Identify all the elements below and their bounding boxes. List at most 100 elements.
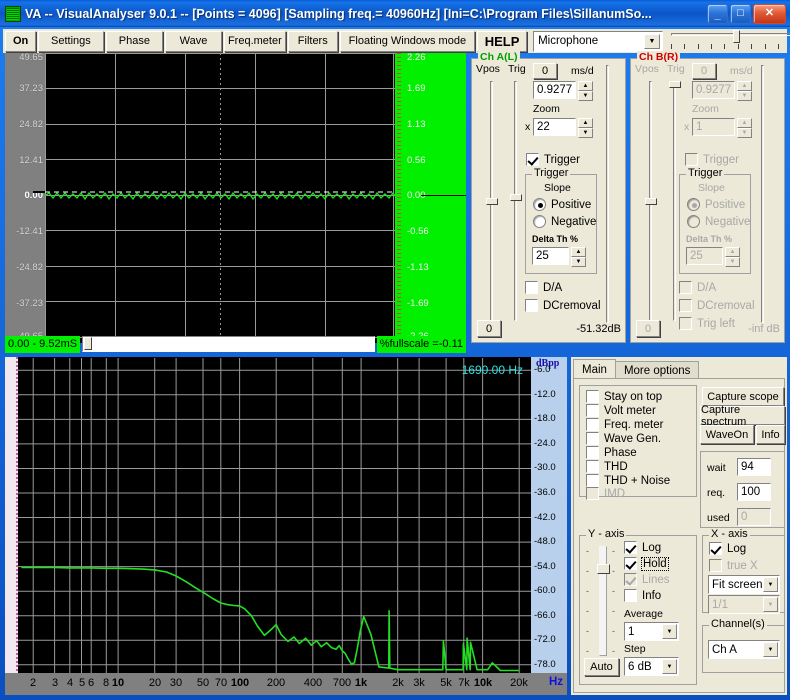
cha-zoom-spinner[interactable]: ▲ ▼ — [578, 118, 593, 138]
chevron-down-icon[interactable]: ▼ — [662, 659, 677, 674]
slider-thumb[interactable] — [597, 564, 610, 574]
on-button[interactable]: On — [5, 31, 36, 52]
spinner-down-icon[interactable]: ▼ — [578, 91, 593, 101]
chb-trigger-checkbox[interactable]: Trigger — [685, 153, 739, 166]
y-axis-info-checkbox[interactable]: Info — [624, 589, 661, 602]
spinner-up-icon[interactable]: ▲ — [725, 247, 740, 257]
spinner-up-icon[interactable]: ▲ — [578, 81, 593, 91]
slider-thumb[interactable] — [645, 198, 657, 205]
help-button[interactable]: HELP — [477, 31, 527, 52]
y-axis-log-checkbox[interactable]: Log — [624, 541, 661, 554]
chb-vpos-slider[interactable] — [645, 81, 657, 321]
chb-level-slider[interactable] — [757, 65, 769, 323]
floating-windows-mode-button[interactable]: Floating Windows mode — [340, 31, 475, 52]
cha-delta-spinner[interactable]: ▲ ▼ — [571, 247, 586, 267]
input-volume-slider[interactable] — [671, 30, 787, 52]
chb-zoom-input[interactable]: 1 — [692, 118, 735, 136]
checkbox-stay-on-top[interactable]: Stay on top — [586, 390, 662, 403]
x-axis-log-checkbox[interactable]: Log — [709, 542, 746, 555]
slider-thumb[interactable] — [486, 198, 498, 205]
spectrum-plot-area[interactable]: 1690.00 Hz — [18, 358, 531, 673]
chevron-down-icon[interactable]: ▼ — [763, 642, 778, 657]
spinner-up-icon[interactable]: ▲ — [737, 81, 752, 91]
spinner-down-icon[interactable]: ▼ — [725, 257, 740, 267]
spectrum-analyser-display[interactable]: 1690.00 Hz dBpp -6.0-12.0-18.0-24.0-30.0… — [5, 357, 567, 695]
cha-delta-input[interactable]: 25 — [532, 247, 569, 265]
spinner-down-icon[interactable]: ▼ — [571, 257, 586, 267]
cha-level-reset-button[interactable]: 0 — [477, 320, 501, 337]
cha-zoom-input[interactable]: 22 — [533, 118, 576, 136]
counter-value-req[interactable]: 100 — [737, 483, 771, 501]
chb-msd-spinner[interactable]: ▲ ▼ — [737, 81, 752, 101]
cha-msd-input[interactable]: 0.9277 — [533, 81, 576, 99]
x-axis-truex-checkbox[interactable]: true X — [709, 559, 758, 572]
tab-more-options[interactable]: More options — [615, 361, 699, 379]
tab-main[interactable]: Main — [573, 359, 616, 380]
cha-dcremoval-checkbox[interactable]: DCremoval — [525, 299, 601, 312]
spinner-up-icon[interactable]: ▲ — [571, 247, 586, 257]
spinner-down-icon[interactable]: ▼ — [578, 128, 593, 138]
checkbox-freq-meter[interactable]: Freq. meter — [586, 418, 663, 431]
scope-horizontal-scrollbar[interactable] — [82, 336, 375, 352]
x-axis-fit-select[interactable]: Fit screen ▼ — [708, 575, 780, 594]
chb-slope-negative-radio[interactable]: Negative — [687, 215, 750, 228]
y-axis-lines-checkbox[interactable]: Lines — [624, 573, 670, 586]
chevron-down-icon[interactable]: ▼ — [644, 34, 660, 49]
close-button[interactable]: ✕ — [753, 4, 786, 24]
chb-delta-input[interactable]: 25 — [686, 247, 723, 265]
chb-zoom-spinner[interactable]: ▲ ▼ — [737, 118, 752, 138]
cha-slope-positive-radio[interactable]: Positive — [533, 198, 591, 211]
cha-trigger-checkbox[interactable]: Trigger — [526, 153, 580, 166]
cha-msd-spinner[interactable]: ▲ ▼ — [578, 81, 593, 101]
spinner-down-icon[interactable]: ▼ — [737, 128, 752, 138]
chevron-down-icon[interactable]: ▼ — [763, 597, 778, 612]
counter-value-used[interactable]: 0 — [737, 508, 771, 526]
minimize-button[interactable]: _ — [707, 4, 728, 24]
cha-vpos-slider[interactable] — [486, 81, 498, 321]
wave-on-button[interactable]: WaveOn — [700, 425, 754, 444]
chb-msd-input[interactable]: 0.9277 — [692, 81, 735, 99]
checkbox-volt-meter[interactable]: Volt meter — [586, 404, 656, 417]
y-axis-scale-slider[interactable] — [597, 546, 609, 656]
counter-value-wait[interactable]: 94 — [737, 458, 771, 476]
checkbox-imd[interactable]: IMD — [586, 487, 625, 500]
cha-level-slider[interactable] — [602, 65, 614, 323]
chb-dcremoval-checkbox[interactable]: DCremoval — [679, 299, 755, 312]
channels-select[interactable]: Ch A ▼ — [708, 640, 780, 659]
average-select[interactable]: 1 ▼ — [624, 622, 679, 641]
spinner-up-icon[interactable]: ▲ — [737, 118, 752, 128]
y-axis-auto-button[interactable]: Auto — [584, 658, 619, 676]
cha-trig-slider[interactable] — [510, 81, 522, 321]
chb-slope-positive-radio[interactable]: Positive — [687, 198, 745, 211]
cha-slope-negative-radio[interactable]: Negative — [533, 215, 596, 228]
checkbox-thd-noise[interactable]: THD + Noise — [586, 474, 670, 487]
chevron-down-icon[interactable]: ▼ — [662, 624, 677, 639]
settings-button[interactable]: Settings — [38, 31, 103, 52]
filters-button[interactable]: Filters — [288, 31, 338, 52]
chb-delta-spinner[interactable]: ▲ ▼ — [725, 247, 740, 267]
freq-meter-button[interactable]: Freq.meter — [224, 31, 286, 52]
checkbox-phase[interactable]: Phase — [586, 446, 637, 459]
chb-level-reset-button[interactable]: 0 — [636, 320, 660, 337]
spinner-down-icon[interactable]: ▼ — [737, 91, 752, 101]
chb-da-checkbox[interactable]: D/A — [679, 281, 716, 294]
slider-thumb[interactable] — [733, 30, 740, 43]
chevron-down-icon[interactable]: ▼ — [763, 577, 778, 592]
chb-reset-button[interactable]: 0 — [692, 63, 716, 79]
y-axis-hold-checkbox[interactable]: Hold — [624, 557, 668, 570]
chb-trigleft-checkbox[interactable]: Trig left — [679, 317, 735, 330]
capture-spectrum-button[interactable]: Capture spectrum — [700, 406, 785, 425]
oscilloscope-display[interactable]: 49.65 37.23 24.82 12.41 0.00 -12.41 -24.… — [5, 53, 466, 343]
checkbox-wave-gen[interactable]: Wave Gen. — [586, 432, 661, 445]
info-button[interactable]: Info — [756, 425, 785, 444]
slider-thumb[interactable] — [669, 81, 681, 88]
scrollbar-thumb[interactable] — [84, 337, 92, 350]
checkbox-thd[interactable]: THD — [586, 460, 628, 473]
cha-da-checkbox[interactable]: D/A — [525, 281, 562, 294]
maximize-button[interactable]: □ — [730, 4, 751, 24]
x-axis-ratio-select[interactable]: 1/1 ▼ — [708, 595, 780, 614]
cha-reset-button[interactable]: 0 — [533, 63, 557, 79]
slider-thumb[interactable] — [510, 194, 522, 201]
input-source-select[interactable]: Microphone ▼ — [533, 31, 663, 52]
phase-button[interactable]: Phase — [106, 31, 164, 52]
